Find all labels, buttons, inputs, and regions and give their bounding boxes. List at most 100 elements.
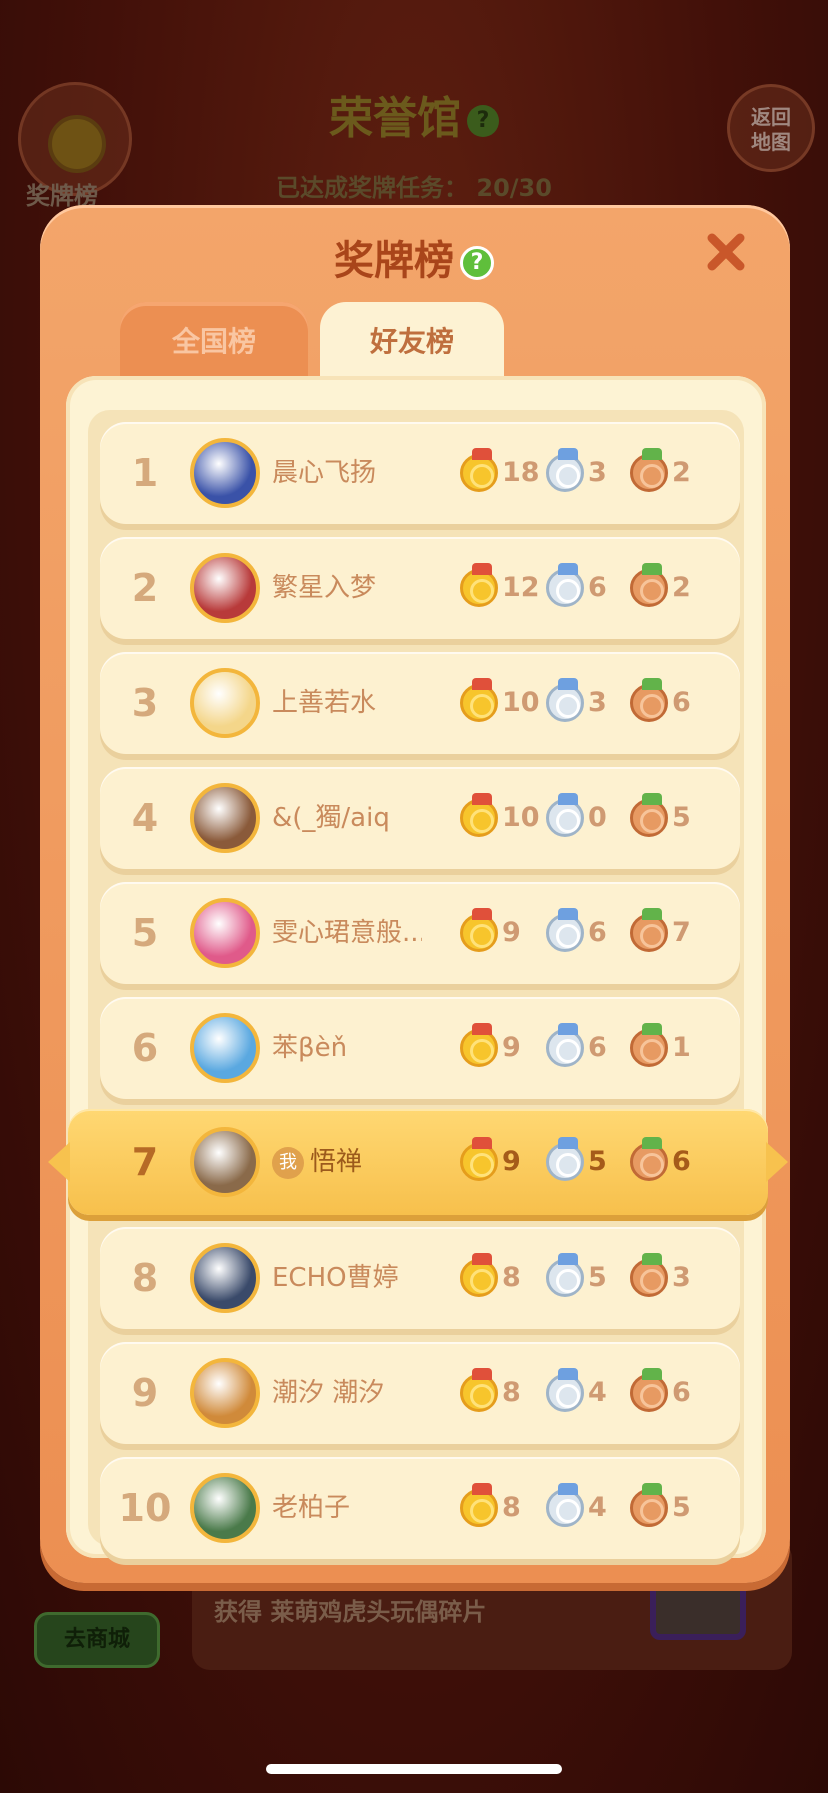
player-name-text: 晨心飞扬 [272,458,377,488]
silver-medal-icon [546,1023,584,1067]
bronze-medal-count: 2 [672,457,691,488]
silver-medal-icon [546,793,584,837]
avatar[interactable] [190,553,260,623]
avatar[interactable] [190,668,260,738]
medal-counts: 12 6 2 [460,537,720,639]
leaderboard-row[interactable]: 3 上善若水 10 3 6 [100,652,740,754]
silver-medal-icon [546,563,584,607]
rank-number: 7 [131,1140,159,1184]
silver-medal-icon [546,1137,584,1181]
player-name: 潮汐 潮汐 [272,1342,422,1444]
leaderboard-row[interactable]: 9 潮汐 潮汐 8 4 6 [100,1342,740,1444]
silver-medal-count: 5 [588,1146,607,1177]
medal-counts: 9 5 6 [460,1109,720,1211]
medal-counts: 18 3 2 [460,422,720,524]
bronze-medal-count: 3 [672,1262,691,1293]
gold-medal-count: 9 [502,917,521,948]
player-name-text: &(_獨/aiq [272,803,390,833]
tab-national[interactable]: 全国榜 [120,302,308,382]
player-name-text: 上善若水 [272,688,377,718]
player-name: 繁星入梦 [272,537,422,639]
leaderboard-row[interactable]: 4 &(_獨/aiq 10 0 5 [100,767,740,869]
rank-number: 3 [131,681,159,725]
player-name: 我悟禅 [272,1109,422,1211]
bronze-medal-count: 6 [672,1146,691,1177]
bronze-medal-count: 5 [672,1492,691,1523]
home-indicator[interactable] [266,1764,562,1774]
medal-counts: 8 5 3 [460,1227,720,1329]
gold-medal-count: 10 [502,802,540,833]
player-name-text: 雯心珺意般... [272,918,422,948]
avatar[interactable] [190,898,260,968]
gold-medal-count: 8 [502,1262,521,1293]
silver-medal-count: 4 [588,1492,607,1523]
bronze-medal-icon [630,1483,668,1527]
leaderboard-row[interactable]: 2 繁星入梦 12 6 2 [100,537,740,639]
rank-number: 1 [131,451,159,495]
bronze-medal-count: 1 [672,1032,691,1063]
gold-medal-icon [460,448,498,492]
avatar[interactable] [190,1473,260,1543]
back-to-map-button[interactable]: 返回 地图 [727,84,815,172]
silver-medal-icon [546,1368,584,1412]
leaderboard-row[interactable]: 10 老柏子 8 4 5 [100,1457,740,1559]
medal-counts: 10 0 5 [460,767,720,869]
bronze-medal-icon [630,908,668,952]
reward-text: 获得 莱萌鸡虎头玩偶碎片 [214,1598,487,1626]
gold-medal-count: 9 [502,1032,521,1063]
bronze-medal-icon [630,563,668,607]
bronze-medal-icon [630,793,668,837]
gold-medal-count: 10 [502,687,540,718]
silver-medal-icon [546,448,584,492]
player-name: 老柏子 [272,1457,422,1559]
silver-medal-count: 4 [588,1377,607,1408]
bronze-medal-count: 5 [672,802,691,833]
player-name: 苯βèň [272,997,422,1099]
tab-friends[interactable]: 好友榜 [320,302,504,382]
close-icon[interactable] [704,230,748,274]
medal-counts: 8 4 5 [460,1457,720,1559]
leaderboard-row-self[interactable]: 7 我悟禅 9 5 6 [48,1109,788,1215]
player-name-text: 苯βèň [272,1033,348,1063]
gold-medal-icon [460,908,498,952]
player-name: ECHO曹婷 [272,1227,422,1329]
gold-medal-icon [460,793,498,837]
bronze-medal-icon [630,678,668,722]
silver-medal-count: 6 [588,572,607,603]
leaderboard-row[interactable]: 6 苯βèň 9 6 1 [100,997,740,1099]
medal-counts: 10 3 6 [460,652,720,754]
leaderboard-row[interactable]: 5 雯心珺意般... 9 6 7 [100,882,740,984]
bronze-medal-icon [630,1253,668,1297]
player-name: &(_獨/aiq [272,767,422,869]
player-name-text: 老柏子 [272,1493,351,1523]
medal-counts: 9 6 1 [460,997,720,1099]
avatar[interactable] [190,1127,260,1197]
gold-medal-icon [460,1253,498,1297]
avatar[interactable] [190,1013,260,1083]
avatar[interactable] [190,1358,260,1428]
player-name-text: ECHO曹婷 [272,1263,399,1293]
player-name-text: 繁星入梦 [272,573,377,603]
avatar[interactable] [190,438,260,508]
medal-task-progress: 已达成奖牌任务： 20/30 [276,174,552,202]
silver-medal-count: 6 [588,917,607,948]
leaderboard-row[interactable]: 1 晨心飞扬 18 3 2 [100,422,740,524]
silver-medal-count: 3 [588,457,607,488]
hall-help-icon[interactable]: ? [467,105,499,137]
gold-medal-count: 18 [502,457,540,488]
bronze-medal-count: 2 [672,572,691,603]
gold-medal-count: 9 [502,1146,521,1177]
bronze-medal-count: 6 [672,687,691,718]
medal-counts: 9 6 7 [460,882,720,984]
avatar[interactable] [190,1243,260,1313]
help-icon[interactable]: ? [460,246,494,280]
self-row-left-arrow [48,1142,70,1182]
avatar[interactable] [190,783,260,853]
silver-medal-count: 5 [588,1262,607,1293]
silver-medal-icon [546,908,584,952]
leaderboard-row[interactable]: 8 ECHO曹婷 8 5 3 [100,1227,740,1329]
silver-medal-icon [546,678,584,722]
bronze-medal-icon [630,1023,668,1067]
silver-medal-count: 6 [588,1032,607,1063]
go-shop-button[interactable]: 去商城 [34,1612,160,1668]
